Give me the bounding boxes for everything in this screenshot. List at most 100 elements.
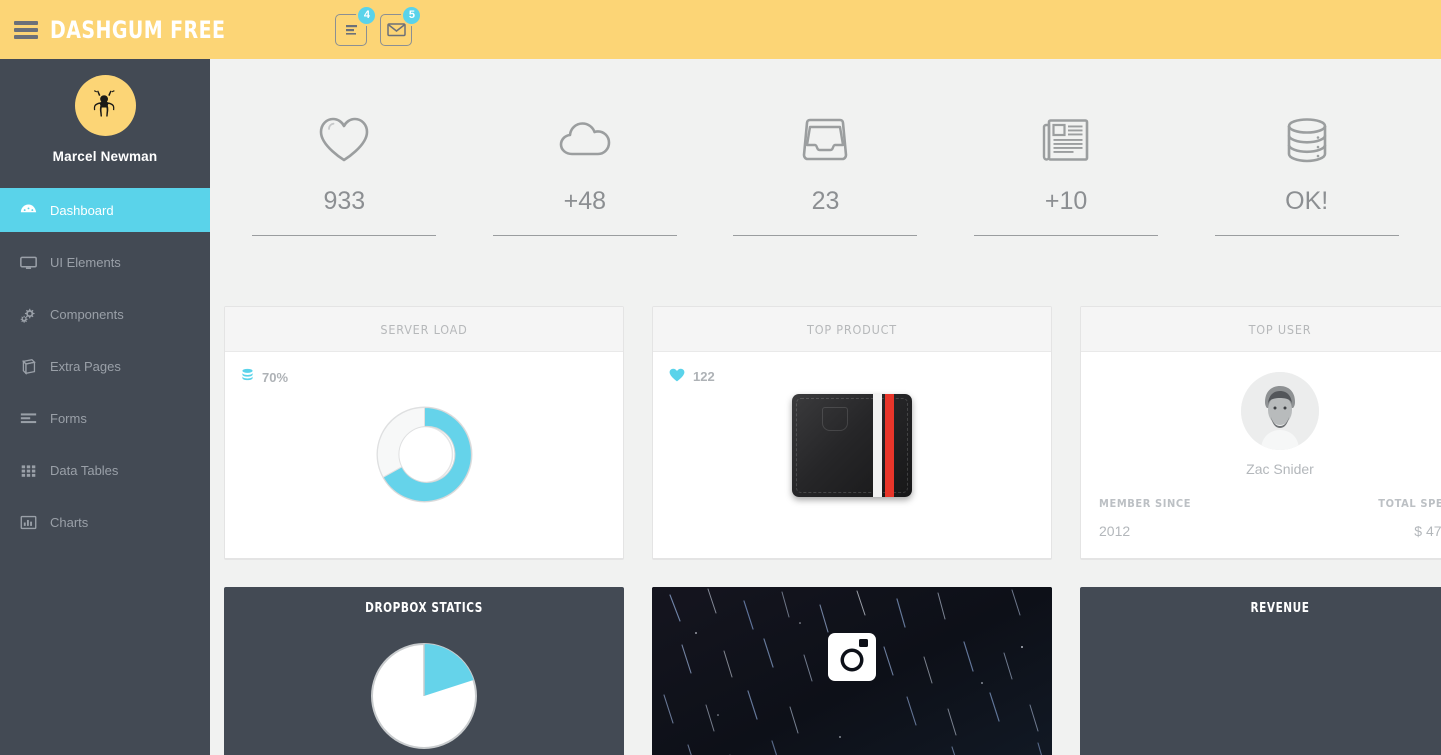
tasks-badge: 4 bbox=[356, 4, 378, 26]
sidebar-item-data-tables[interactable]: Data Tables bbox=[0, 448, 210, 492]
dropbox-pie-chart bbox=[369, 641, 479, 755]
card-body: 122 bbox=[653, 352, 1051, 558]
profile-username: Marcel Newman bbox=[52, 149, 158, 164]
deer-avatar-icon bbox=[93, 89, 115, 116]
card-title: TOP USER bbox=[1248, 321, 1312, 337]
instagram-card bbox=[652, 587, 1052, 755]
top-product-metric: 122 bbox=[669, 368, 715, 385]
wallet-red-stripe bbox=[885, 394, 894, 497]
tasks-button[interactable]: 4 bbox=[335, 4, 378, 46]
hamburger-icon[interactable] bbox=[14, 20, 38, 39]
grid-icon bbox=[18, 460, 38, 480]
stat-underline bbox=[252, 235, 437, 236]
database-icon bbox=[1282, 111, 1332, 169]
main-content: 933 +48 23 +10 OK! SERVER LOAD 70% TOP P… bbox=[210, 59, 1441, 755]
card-title: REVENUE bbox=[1250, 601, 1310, 616]
product-image bbox=[653, 394, 1051, 497]
stat-likes: 933 bbox=[224, 111, 465, 236]
server-load-metric: 70% bbox=[241, 368, 288, 386]
member-since-col: MEMBER SINCE 2012 bbox=[1099, 497, 1280, 539]
member-since-label: MEMBER SINCE bbox=[1099, 497, 1192, 510]
user-stats: MEMBER SINCE 2012 TOTAL SPEND $ 47,60 bbox=[1081, 497, 1441, 539]
sidebar-item-dashboard[interactable]: Dashboard bbox=[0, 188, 210, 232]
server-load-value: 70% bbox=[262, 369, 289, 385]
stat-news: +10 bbox=[946, 111, 1187, 236]
bar-chart-icon bbox=[18, 512, 38, 532]
total-spend-value: $ 47,60 bbox=[1414, 523, 1441, 539]
sidebar-item-label: Data Tables bbox=[50, 462, 119, 478]
brand-title: DASHGUM FREE bbox=[50, 15, 226, 44]
inbox-icon bbox=[799, 111, 851, 169]
monitor-icon bbox=[18, 252, 38, 272]
stat-value: 933 bbox=[323, 187, 366, 215]
sidebar-item-components[interactable]: Components bbox=[0, 292, 210, 336]
sidebar-item-charts[interactable]: Charts bbox=[0, 500, 210, 544]
user-avatar bbox=[1241, 372, 1319, 450]
member-since-value: 2012 bbox=[1099, 523, 1131, 539]
top-bar: DASHGUM FREE 4 5 bbox=[0, 0, 1441, 59]
instagram-icon[interactable] bbox=[826, 631, 878, 688]
sidebar-item-label: Charts bbox=[50, 514, 89, 530]
sidebar-item-extra-pages[interactable]: Extra Pages bbox=[0, 344, 210, 388]
wallet-logo-tag bbox=[822, 407, 848, 431]
stat-underline bbox=[733, 235, 918, 236]
database-icon bbox=[241, 368, 254, 386]
stat-cloud: +48 bbox=[465, 111, 706, 236]
top-product-card: TOP PRODUCT 122 bbox=[652, 306, 1052, 560]
forms-icon bbox=[18, 408, 38, 428]
book-icon bbox=[18, 356, 38, 376]
gears-icon bbox=[18, 304, 38, 324]
sidebar-item-label: Components bbox=[50, 306, 124, 322]
card-header: TOP PRODUCT bbox=[653, 307, 1051, 352]
sidebar-item-ui-elements[interactable]: UI Elements bbox=[0, 240, 210, 284]
wallet-white-stripe bbox=[873, 394, 882, 497]
revenue-card: REVENUE bbox=[1080, 587, 1441, 755]
hamburger-bar bbox=[14, 27, 38, 32]
messages-badge: 5 bbox=[401, 4, 423, 26]
sidebar-item-label: Extra Pages bbox=[50, 358, 121, 374]
card-header: TOP USER bbox=[1081, 307, 1441, 352]
card-title: DROPBOX STATICS bbox=[365, 601, 483, 616]
hamburger-bar bbox=[14, 34, 38, 39]
sidebar: Marcel Newman Dashboard UI Elements Comp… bbox=[0, 59, 210, 755]
stat-database: OK! bbox=[1186, 111, 1427, 236]
sidebar-nav: Dashboard UI Elements Components Extra P… bbox=[0, 188, 210, 544]
hamburger-bar bbox=[14, 20, 38, 25]
stat-value: +10 bbox=[1044, 187, 1088, 215]
messages-button[interactable]: 5 bbox=[380, 4, 423, 46]
sidebar-item-label: UI Elements bbox=[50, 254, 121, 270]
dropbox-statics-card: DROPBOX STATICS bbox=[224, 587, 624, 755]
stat-inbox: 23 bbox=[705, 111, 946, 236]
card-body: 70% bbox=[225, 352, 623, 558]
black-leather-wallet bbox=[792, 394, 912, 497]
sidebar-item-forms[interactable]: Forms bbox=[0, 396, 210, 440]
stat-underline bbox=[1214, 235, 1399, 236]
top-user-card: TOP USER Zac Snider MEMBER SINCE 2012 TO… bbox=[1080, 306, 1441, 560]
stat-value: OK! bbox=[1285, 187, 1329, 215]
server-load-donut-chart bbox=[225, 398, 623, 511]
heart-icon bbox=[669, 368, 685, 385]
sidebar-profile: Marcel Newman bbox=[0, 59, 210, 164]
topbar-icons: 4 5 bbox=[335, 4, 423, 46]
cloud-icon bbox=[557, 111, 613, 169]
user-name: Zac Snider bbox=[1246, 461, 1314, 477]
avatar[interactable] bbox=[74, 75, 136, 136]
stat-value: +48 bbox=[563, 187, 607, 215]
sidebar-item-label: Forms bbox=[50, 410, 87, 426]
stat-value: 23 bbox=[811, 187, 840, 215]
card-title: TOP PRODUCT bbox=[807, 321, 897, 337]
stat-underline bbox=[974, 235, 1159, 236]
card-body: Zac Snider MEMBER SINCE 2012 TOTAL SPEND… bbox=[1081, 372, 1441, 558]
newspaper-icon bbox=[1040, 111, 1092, 169]
heart-icon bbox=[317, 111, 371, 169]
cards-row-2: DROPBOX STATICS REVENUE bbox=[210, 587, 1441, 755]
cards-row-1: SERVER LOAD 70% TOP PRODUCT 122 TOP USER… bbox=[210, 306, 1441, 560]
card-title: SERVER LOAD bbox=[380, 321, 468, 337]
card-header: SERVER LOAD bbox=[225, 307, 623, 352]
total-spend-col: TOTAL SPEND $ 47,60 bbox=[1280, 497, 1441, 539]
sidebar-item-label: Dashboard bbox=[50, 202, 114, 218]
dashboard-icon bbox=[18, 200, 38, 220]
stat-underline bbox=[492, 235, 677, 236]
stats-row: 933 +48 23 +10 OK! bbox=[210, 59, 1441, 236]
total-spend-label: TOTAL SPEND bbox=[1378, 497, 1441, 510]
